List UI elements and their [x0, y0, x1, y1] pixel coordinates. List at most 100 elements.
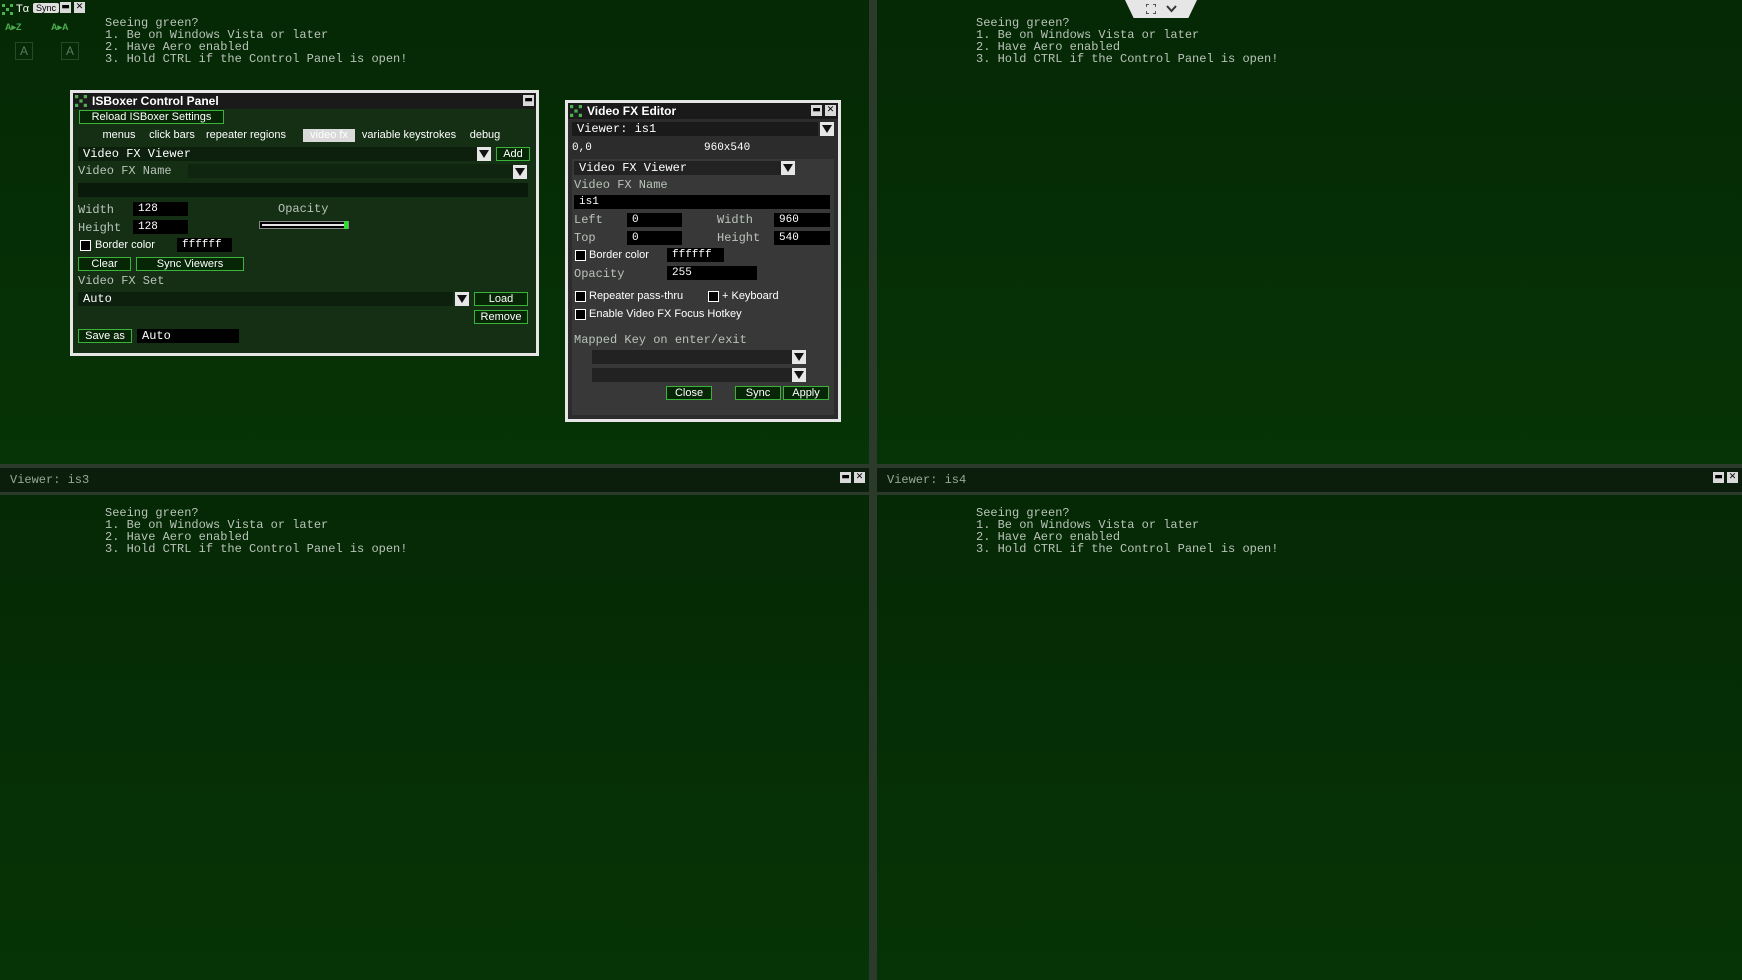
border-color-input[interactable]: ffffff: [667, 248, 724, 262]
height-input[interactable]: 128: [133, 220, 188, 234]
close-icon[interactable]: ✕: [825, 105, 836, 116]
reload-settings-button[interactable]: Reload ISBoxer Settings: [79, 110, 224, 124]
viewer-type-select[interactable]: Video FX Viewer: [78, 147, 478, 161]
repeater-pass-thru-label: Repeater pass-thru: [589, 290, 684, 302]
hotkey-group-1[interactable]: A▸Z: [5, 22, 22, 33]
width-label: Width: [717, 213, 754, 227]
add-button[interactable]: Add: [496, 147, 530, 161]
control-panel-body: Reload ISBoxer Settings menus click bars…: [73, 109, 536, 353]
remove-button[interactable]: Remove: [474, 310, 528, 324]
hotkey-group-2[interactable]: A▸A: [51, 22, 69, 33]
tab-video-fx[interactable]: video fx: [303, 129, 355, 142]
sync-button[interactable]: Sync: [735, 386, 781, 400]
fx-editor-titlebar[interactable]: Video FX Editor ▬ ✕: [568, 103, 838, 119]
close-icon[interactable]: ✕: [1727, 472, 1738, 483]
chevron-down-icon[interactable]: [820, 122, 834, 136]
tab-debug[interactable]: debug: [465, 129, 505, 142]
mapped-key-select-2[interactable]: [592, 368, 792, 382]
close-icon[interactable]: ✕: [74, 2, 85, 13]
window-buttons: ▬: [523, 95, 534, 106]
toolbar-window-buttons: ▬ ✕: [60, 2, 85, 13]
load-button[interactable]: Load: [474, 292, 528, 306]
width-input[interactable]: 960: [774, 213, 830, 227]
aero-hint: Seeing green? 1. Be on Windows Vista or …: [976, 17, 1278, 65]
tab-menus[interactable]: menus: [95, 129, 143, 142]
chevron-down-icon[interactable]: [792, 350, 806, 364]
border-color-input[interactable]: ffffff: [177, 238, 232, 252]
border-color-label: Border color: [589, 249, 649, 261]
window-title: ISBoxer Control Panel: [92, 94, 219, 108]
minimize-icon[interactable]: ▬: [840, 472, 851, 483]
width-input[interactable]: 128: [133, 202, 188, 216]
chevron-down-icon[interactable]: [455, 292, 469, 306]
video-fx-name-input[interactable]: [78, 183, 528, 197]
focus-hotkey-checkbox[interactable]: [575, 309, 586, 320]
height-input[interactable]: 540: [774, 231, 830, 245]
mapped-key-select-1[interactable]: [592, 350, 792, 364]
viewer-titlebar[interactable]: Viewer: is3 ▬ ✕: [0, 468, 869, 495]
viewer-splitter-vertical[interactable]: [869, 0, 877, 980]
tab-variable-keystrokes[interactable]: variable keystrokes: [359, 129, 459, 142]
minimize-icon[interactable]: ▬: [523, 95, 534, 106]
chevron-down-icon[interactable]: [792, 368, 806, 382]
opacity-slider[interactable]: [259, 221, 349, 229]
video-fx-set-select[interactable]: Auto: [78, 292, 453, 306]
close-icon[interactable]: ✕: [854, 472, 865, 483]
left-input[interactable]: 0: [627, 213, 682, 227]
video-fx-name-select[interactable]: [188, 164, 513, 178]
hint-line: 3. Hold CTRL if the Control Panel is ope…: [976, 542, 1279, 556]
top-input[interactable]: 0: [627, 231, 682, 245]
tab-click-bars[interactable]: click bars: [145, 129, 199, 142]
viewer-splitter-horizontal[interactable]: [0, 464, 1742, 468]
apply-button[interactable]: Apply: [783, 386, 829, 400]
height-label: Height: [717, 231, 761, 245]
minimize-icon[interactable]: ▬: [811, 105, 822, 116]
top-label: Top: [574, 231, 596, 245]
control-panel-titlebar[interactable]: ISBoxer Control Panel ▬: [73, 93, 536, 109]
save-as-button[interactable]: Save as: [78, 329, 132, 343]
border-color-checkbox[interactable]: [575, 250, 586, 261]
toolbar-title: Tα: [16, 3, 30, 15]
left-label: Left: [574, 213, 603, 227]
keyboard-checkbox[interactable]: [708, 291, 719, 302]
border-color-checkbox[interactable]: [80, 240, 91, 251]
viewer-window-buttons: ▬ ✕: [840, 472, 865, 483]
save-as-input[interactable]: Auto: [137, 329, 239, 343]
top-toolbar: Tα: [2, 1, 29, 17]
video-fx-name-label: Video FX Name: [78, 164, 172, 178]
fx-editor-body: Viewer: is1 0,0 960x540 Video FX Viewer …: [568, 119, 838, 419]
chevron-down-icon[interactable]: [513, 165, 527, 179]
sync-toggle[interactable]: Sync: [33, 3, 60, 13]
video-fx-name-input[interactable]: is1: [574, 195, 830, 209]
opacity-label: Opacity: [278, 202, 329, 216]
minimize-icon[interactable]: ▬: [60, 2, 71, 13]
chevron-down-icon[interactable]: [477, 147, 491, 161]
fullscreen-tab[interactable]: [1125, 0, 1197, 18]
chevron-down-icon[interactable]: [781, 161, 795, 175]
mapped-key-label: Mapped Key on enter/exit: [574, 333, 747, 347]
hint-line: 3. Hold CTRL if the Control Panel is ope…: [105, 52, 408, 66]
size-readout: 960x540: [704, 142, 751, 154]
tab-repeater-regions[interactable]: repeater regions: [201, 129, 291, 142]
isboxer-logo-icon: [570, 105, 582, 117]
viewer-select[interactable]: Viewer: is1: [572, 122, 818, 136]
opacity-slider-handle[interactable]: [344, 221, 348, 229]
fx-type-select[interactable]: Video FX Viewer: [574, 161, 784, 175]
window-title: Video FX Editor: [587, 104, 677, 118]
repeater-pass-thru-checkbox[interactable]: [575, 291, 586, 302]
fx-editor-settings: Video FX Viewer Video FX Name is1 Left 0…: [572, 159, 834, 415]
aero-hint: Seeing green? 1. Be on Windows Vista or …: [105, 507, 407, 555]
hotkey-a-button-1[interactable]: A: [15, 42, 33, 60]
isboxer-logo-icon: [2, 3, 13, 15]
viewer-window-buttons: ▬ ✕: [1713, 472, 1738, 483]
chevron-down-icon[interactable]: [1165, 5, 1177, 13]
viewer-titlebar[interactable]: Viewer: is4 ▬ ✕: [877, 468, 1742, 495]
clear-button[interactable]: Clear: [78, 257, 131, 271]
position-readout: 0,0: [572, 142, 592, 154]
hotkey-a-button-2[interactable]: A: [61, 42, 79, 60]
sync-viewers-button[interactable]: Sync Viewers: [136, 257, 244, 271]
close-button[interactable]: Close: [666, 386, 712, 400]
expand-icon[interactable]: [1145, 4, 1156, 14]
opacity-input[interactable]: 255: [667, 266, 757, 280]
minimize-icon[interactable]: ▬: [1713, 472, 1724, 483]
